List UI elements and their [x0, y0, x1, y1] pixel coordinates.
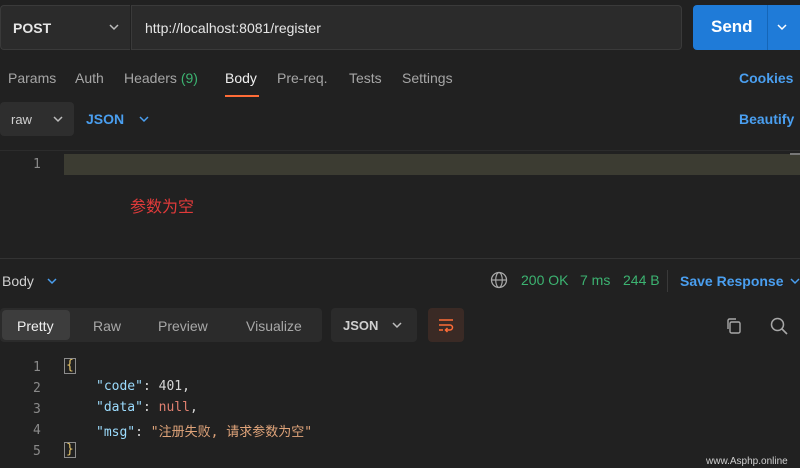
json-colon: :: [142, 379, 159, 394]
line-number: 3: [33, 402, 41, 417]
wrap-lines-icon: [439, 319, 454, 333]
view-tab-raw[interactable]: Raw: [93, 318, 121, 334]
line-number: 1: [33, 157, 41, 172]
copy-icon[interactable]: [724, 316, 744, 336]
view-tab-pretty[interactable]: Pretty: [17, 318, 54, 334]
line-number: 5: [33, 444, 41, 459]
line-number: 4: [33, 423, 41, 438]
tab-settings[interactable]: Settings: [402, 70, 453, 86]
request-tabs: Params Auth Headers (9) Body Pre-req. Te…: [0, 60, 800, 100]
pane-divider[interactable]: [0, 258, 800, 259]
method-label: POST: [13, 20, 52, 36]
json-key: "data": [96, 400, 143, 415]
search-icon[interactable]: [769, 316, 789, 336]
response-view-toolbar: Pretty Raw Preview Visualize JSON: [0, 306, 800, 346]
active-line-highlight: [64, 154, 800, 175]
request-body-editor[interactable]: 1 参数为空: [0, 150, 800, 256]
watermark: www.Asphp.online: [706, 456, 788, 467]
response-format-label: JSON: [343, 318, 379, 333]
response-format-select[interactable]: JSON: [331, 308, 417, 342]
response-header: Body 200 OK 7 ms 244 B Save Response: [0, 262, 800, 298]
json-comma: ,: [189, 400, 198, 415]
url-input[interactable]: http://localhost:8081/register: [131, 5, 682, 50]
chevron-down-icon[interactable]: [138, 113, 150, 125]
response-body-select[interactable]: Body: [2, 273, 34, 289]
tab-params[interactable]: Params: [8, 70, 56, 86]
line-number: 1: [33, 360, 41, 375]
tab-auth[interactable]: Auth: [75, 70, 104, 86]
tab-body[interactable]: Body: [225, 70, 257, 86]
beautify-button[interactable]: Beautify: [739, 111, 794, 127]
json-colon: :: [142, 400, 159, 415]
view-tab-preview[interactable]: Preview: [158, 318, 208, 334]
chevron-down-icon[interactable]: [775, 20, 789, 34]
response-body-viewer[interactable]: 1 2 3 4 5 { "code": 401, "data": null, "…: [0, 352, 800, 468]
active-tab-underline: [225, 95, 259, 97]
open-brace: {: [64, 358, 76, 374]
response-size: 244 B: [623, 272, 660, 288]
code-line: "code": 401,: [96, 379, 190, 394]
view-tab-visualize[interactable]: Visualize: [246, 318, 302, 334]
url-bar: POST http://localhost:8081/register Send: [0, 0, 800, 56]
body-language-select[interactable]: JSON: [86, 111, 124, 127]
code-line: "data": null,: [96, 400, 198, 415]
send-button[interactable]: Send: [693, 5, 800, 50]
chevron-down-icon[interactable]: [46, 275, 58, 287]
wrap-lines-button[interactable]: [428, 308, 464, 342]
code-line: "msg": "注册失败, 请求参数为空": [96, 421, 312, 440]
method-select[interactable]: POST: [0, 5, 130, 50]
annotation-text: 参数为空: [130, 199, 195, 216]
tab-tests[interactable]: Tests: [349, 70, 382, 86]
save-response-button[interactable]: Save Response: [680, 273, 784, 289]
send-divider: [767, 5, 768, 50]
json-colon: :: [135, 425, 151, 440]
json-value: "注册失败, 请求参数为空": [150, 425, 313, 440]
line-number: 2: [33, 381, 41, 396]
view-tab-group: Pretty Raw Preview Visualize: [0, 308, 322, 342]
close-brace: }: [64, 442, 76, 458]
body-options: raw JSON Beautify: [0, 100, 800, 140]
status-code: 200 OK: [521, 272, 569, 288]
divider: [667, 270, 668, 292]
chevron-down-icon: [53, 116, 63, 123]
json-value: null: [158, 400, 190, 415]
send-label: Send: [711, 17, 753, 36]
headers-count-badge: (9): [180, 70, 198, 86]
body-mode-select[interactable]: raw: [0, 102, 74, 136]
chevron-down-icon: [109, 24, 119, 31]
json-key: "code": [96, 379, 143, 394]
tab-headers[interactable]: Headers (9): [124, 70, 198, 86]
code-line: }: [64, 442, 76, 458]
response-time: 7 ms: [580, 272, 611, 288]
chevron-down-icon: [392, 322, 402, 329]
globe-icon[interactable]: [490, 271, 508, 289]
body-mode-label: raw: [11, 112, 32, 127]
cookies-link[interactable]: Cookies: [739, 70, 793, 86]
tab-headers-label: Headers: [124, 70, 177, 86]
code-line: {: [64, 358, 76, 374]
tab-prereq[interactable]: Pre-req.: [277, 70, 328, 86]
json-comma: ,: [182, 379, 190, 394]
json-value: 401: [158, 379, 183, 394]
chevron-down-icon[interactable]: [789, 275, 800, 287]
url-text: http://localhost:8081/register: [145, 20, 321, 36]
json-key: "msg": [96, 425, 136, 440]
editor-scroll-marker: [790, 153, 800, 155]
